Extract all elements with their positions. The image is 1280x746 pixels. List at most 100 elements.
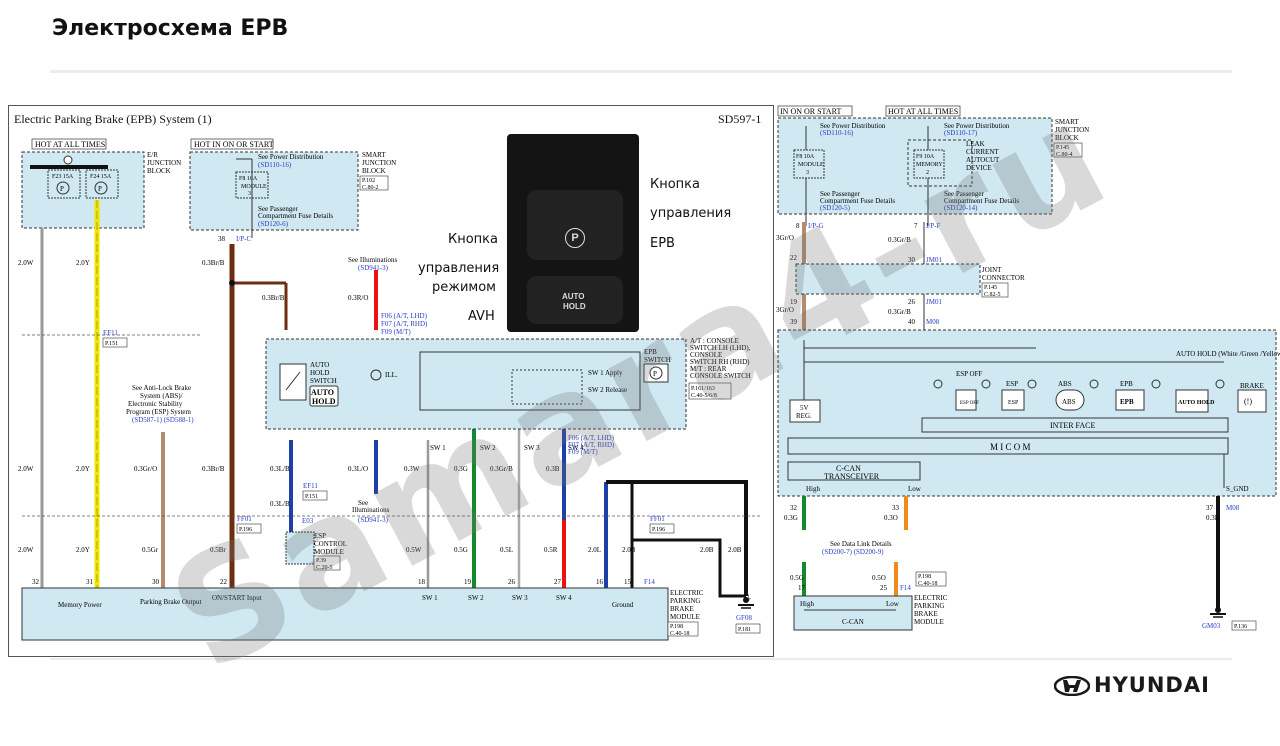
svg-text:0.5G: 0.5G: [790, 574, 804, 582]
svg-text:0.3L/B: 0.3L/B: [270, 465, 290, 473]
svg-text:F9 10A: F9 10A: [916, 154, 935, 160]
svg-text:Ground: Ground: [612, 601, 634, 609]
svg-text:JUNCTION: JUNCTION: [147, 159, 181, 167]
svg-text:8: 8: [796, 222, 800, 230]
svg-text:(SD110-17): (SD110-17): [944, 129, 978, 137]
svg-text:MEMORY: MEMORY: [916, 162, 943, 168]
svg-text:F8 10A: F8 10A: [796, 154, 815, 160]
svg-text:P.151: P.151: [105, 341, 118, 347]
svg-text:AUTOCUT: AUTOCUT: [966, 156, 1000, 164]
hot-all-times-text: HOT AT ALL TIMES: [35, 140, 105, 149]
svg-text:Electronic Stability: Electronic Stability: [128, 400, 183, 408]
svg-text:BRAKE: BRAKE: [670, 605, 694, 613]
svg-text:0.3B: 0.3B: [1206, 514, 1220, 522]
svg-text:16: 16: [596, 578, 604, 586]
svg-text:C.40-18: C.40-18: [918, 581, 938, 587]
svg-text:EPB: EPB: [1120, 398, 1134, 406]
svg-text:SW 2: SW 2: [480, 444, 496, 452]
svg-text:0.3L/B: 0.3L/B: [270, 500, 290, 508]
epb-button-photo: P AUTO HOLD: [507, 134, 639, 332]
svg-text:MODULE: MODULE: [241, 184, 267, 190]
svg-text:CONNECTOR: CONNECTOR: [982, 274, 1025, 282]
svg-text:F07 (A/T, RHD): F07 (A/T, RHD): [381, 320, 428, 328]
svg-text:P.161/163: P.161/163: [691, 386, 715, 392]
svg-text:7: 7: [914, 222, 918, 230]
svg-text:C.20-5: C.20-5: [316, 565, 333, 571]
svg-text:3Gr/O: 3Gr/O: [776, 234, 794, 242]
svg-text:See Power Distribution: See Power Distribution: [258, 153, 324, 161]
svg-text:AUTO: AUTO: [311, 388, 334, 397]
svg-text:SMART: SMART: [362, 151, 386, 159]
svg-text:P.198: P.198: [670, 624, 683, 630]
svg-text:HOT AT ALL TIMES: HOT AT ALL TIMES: [888, 107, 958, 116]
avh-caption-3: режимом: [432, 280, 496, 295]
svg-text:P: P: [60, 185, 64, 193]
svg-text:(SD110-16): (SD110-16): [820, 129, 854, 137]
epb-p-symbol: P: [565, 228, 585, 248]
svg-text:F8 10A: F8 10A: [239, 176, 258, 182]
hot-on-start-text: HOT IN ON OR START: [194, 140, 274, 149]
epb-caption-2: управления: [650, 206, 732, 221]
svg-text:EF11: EF11: [103, 329, 118, 337]
svg-text:33: 33: [892, 504, 900, 512]
svg-text:MODULE: MODULE: [914, 618, 944, 626]
svg-text:(SD120-6): (SD120-6): [258, 220, 289, 228]
svg-text:22: 22: [220, 578, 228, 586]
svg-text:ABS: ABS: [1062, 398, 1076, 406]
svg-text:38: 38: [218, 235, 226, 243]
svg-text:System (ABS)/: System (ABS)/: [140, 392, 183, 400]
svg-text:SW 1 Apply: SW 1 Apply: [588, 369, 623, 377]
svg-text:AUTO HOLD: AUTO HOLD: [1178, 400, 1215, 406]
svg-text:ILL.: ILL.: [385, 371, 398, 379]
svg-text:FF01: FF01: [237, 515, 252, 523]
svg-text:19: 19: [464, 578, 472, 586]
avh-label-2: HOLD: [563, 302, 586, 311]
svg-text:15: 15: [624, 578, 632, 586]
svg-text:Low: Low: [908, 485, 922, 493]
svg-text:AUTO: AUTO: [310, 361, 329, 369]
svg-text:ESP: ESP: [314, 532, 326, 540]
svg-text:0.5L: 0.5L: [500, 546, 513, 554]
svg-text:SW 3: SW 3: [524, 444, 540, 452]
svg-text:18: 18: [418, 578, 426, 586]
svg-text:(SD120-14): (SD120-14): [944, 204, 978, 212]
svg-text:EPB: EPB: [644, 348, 657, 356]
svg-text:0.3W: 0.3W: [404, 465, 420, 473]
svg-text:C.82-5: C.82-5: [984, 292, 1001, 298]
svg-text:0.3Br/B: 0.3Br/B: [202, 259, 225, 267]
svg-text:3Gr/O: 3Gr/O: [776, 306, 794, 314]
svg-text:2.0W: 2.0W: [18, 546, 34, 554]
svg-text:(SD120-5): (SD120-5): [820, 204, 851, 212]
svg-text:2.0B: 2.0B: [700, 546, 714, 554]
svg-text:High: High: [806, 485, 821, 493]
svg-text:C.40-18: C.40-18: [670, 631, 690, 637]
svg-text:0.3Gr/O: 0.3Gr/O: [134, 465, 157, 473]
svg-text:0.5O: 0.5O: [872, 574, 886, 582]
svg-text:EF11: EF11: [303, 482, 318, 490]
svg-text:0.3Gr/B: 0.3Gr/B: [490, 465, 513, 473]
svg-text:SMART: SMART: [1055, 118, 1079, 126]
svg-text:BLOCK: BLOCK: [1055, 134, 1079, 142]
svg-text:30: 30: [908, 256, 916, 264]
svg-text:Illuminations: Illuminations: [352, 506, 390, 514]
svg-text:SWITCH: SWITCH: [310, 377, 337, 385]
svg-text:INTER FACE: INTER FACE: [1050, 421, 1096, 430]
svg-text:M08: M08: [1226, 504, 1240, 512]
svg-text:JOINT: JOINT: [982, 266, 1002, 274]
svg-text:0.3Gr/B: 0.3Gr/B: [888, 236, 911, 244]
svg-text:C-CAN: C-CAN: [842, 618, 864, 626]
svg-text:SW 3: SW 3: [512, 594, 528, 602]
svg-text:F06 (A/T, LHD): F06 (A/T, LHD): [381, 312, 428, 320]
svg-text:REG.: REG.: [796, 412, 812, 420]
svg-text:HOLD: HOLD: [310, 369, 329, 377]
svg-text:ESP OFF: ESP OFF: [956, 370, 983, 378]
svg-text:GF08: GF08: [736, 614, 752, 622]
svg-text:DEVICE: DEVICE: [966, 164, 992, 172]
svg-text:M08: M08: [926, 318, 940, 326]
svg-text:EPB: EPB: [1120, 380, 1133, 388]
svg-text:I/P-F: I/P-F: [926, 222, 941, 230]
svg-text:32: 32: [790, 504, 798, 512]
svg-text:P.39: P.39: [316, 558, 326, 564]
svg-text:37: 37: [1206, 504, 1214, 512]
svg-text:17: 17: [798, 584, 806, 592]
